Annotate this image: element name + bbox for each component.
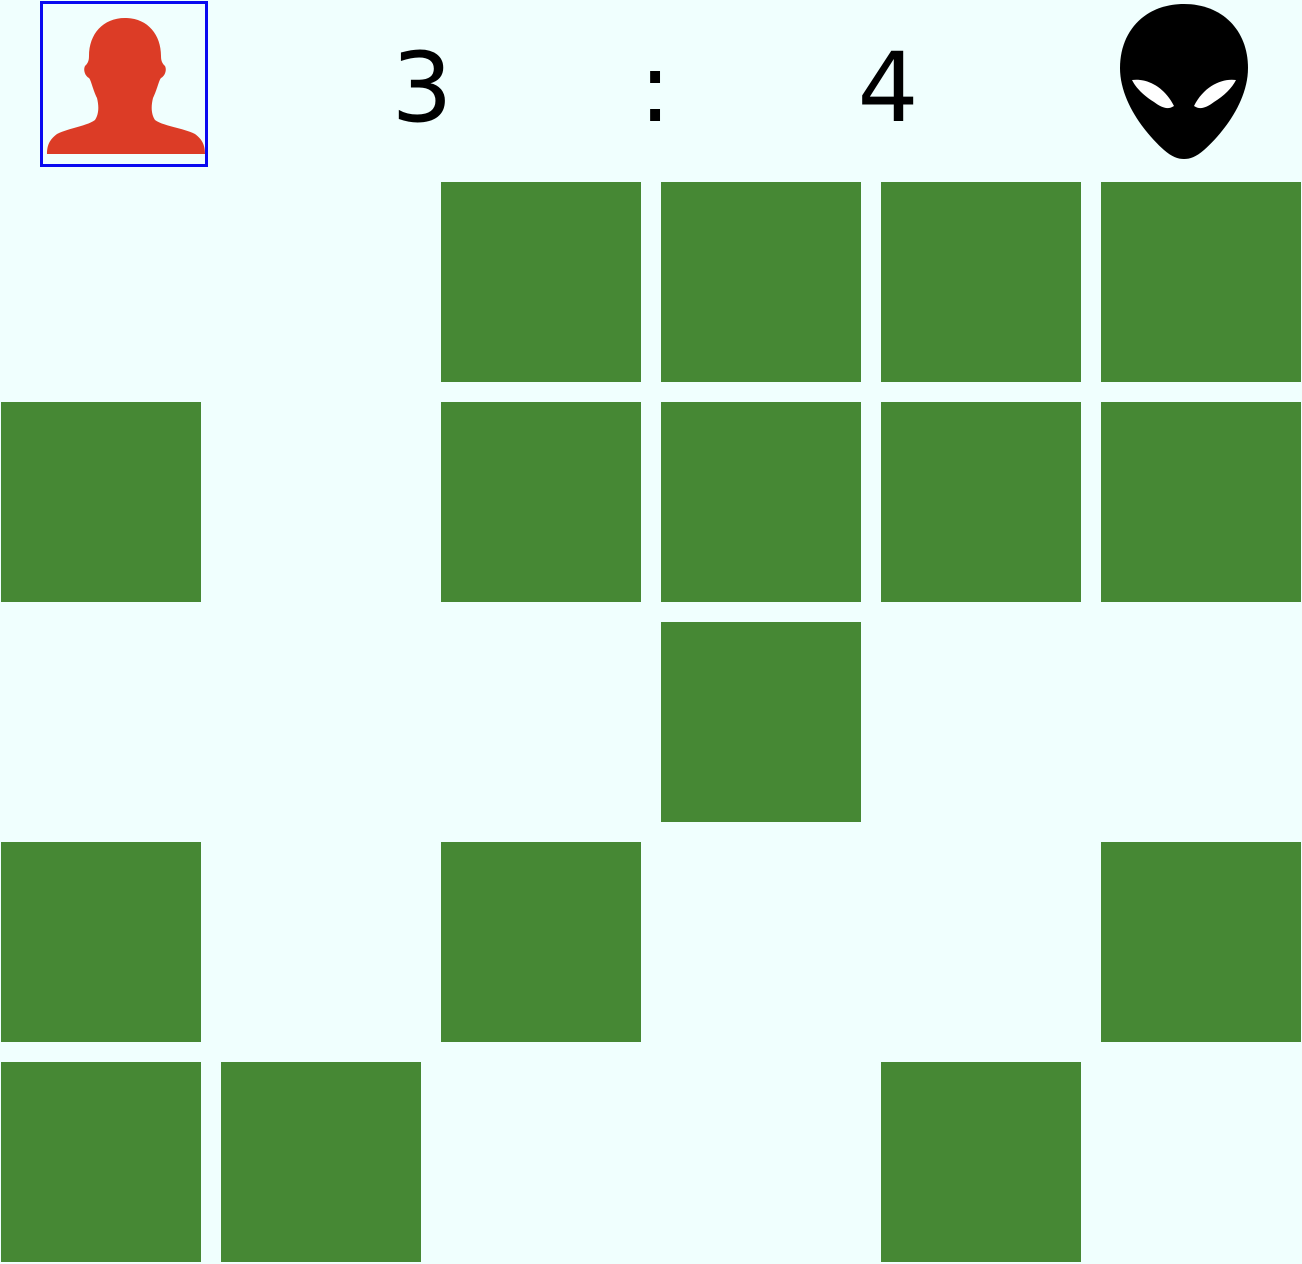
score-separator: :	[638, 32, 672, 144]
board-tile[interactable]	[1101, 402, 1301, 602]
empty-cell[interactable]	[661, 1062, 861, 1262]
empty-cell[interactable]	[1101, 1062, 1301, 1262]
board-tile[interactable]	[221, 1062, 421, 1262]
empty-cell[interactable]	[661, 842, 861, 1042]
empty-cell[interactable]	[221, 842, 421, 1042]
board-tile[interactable]	[441, 842, 641, 1042]
board-tile[interactable]	[1, 402, 201, 602]
empty-cell[interactable]	[881, 622, 1081, 822]
empty-cell[interactable]	[221, 402, 421, 602]
board-tile[interactable]	[1, 842, 201, 1042]
empty-cell[interactable]	[221, 622, 421, 822]
board-tile[interactable]	[1101, 842, 1301, 1042]
player-score: 3	[391, 32, 453, 144]
ai-score: 4	[857, 32, 919, 144]
board-tile[interactable]	[881, 182, 1081, 382]
scoreboard: 3 : 4	[0, 0, 1302, 182]
board-tile[interactable]	[661, 402, 861, 602]
empty-cell[interactable]	[1, 182, 201, 382]
board-tile[interactable]	[881, 402, 1081, 602]
ai-avatar	[1118, 2, 1250, 164]
board-tile[interactable]	[881, 1062, 1081, 1262]
empty-cell[interactable]	[441, 1062, 641, 1262]
game-board	[0, 182, 1302, 1264]
empty-cell[interactable]	[881, 842, 1081, 1042]
empty-cell[interactable]	[1, 622, 201, 822]
board-tile[interactable]	[441, 402, 641, 602]
player-silhouette-icon	[47, 18, 205, 154]
board-tile[interactable]	[661, 622, 861, 822]
empty-cell[interactable]	[221, 182, 421, 382]
alien-head-icon	[1120, 4, 1248, 159]
empty-cell[interactable]	[441, 622, 641, 822]
board-tile[interactable]	[441, 182, 641, 382]
empty-cell[interactable]	[1101, 622, 1301, 822]
board-tile[interactable]	[1101, 182, 1301, 382]
board-tile[interactable]	[661, 182, 861, 382]
player-avatar-active	[40, 1, 208, 167]
board-tile[interactable]	[1, 1062, 201, 1262]
